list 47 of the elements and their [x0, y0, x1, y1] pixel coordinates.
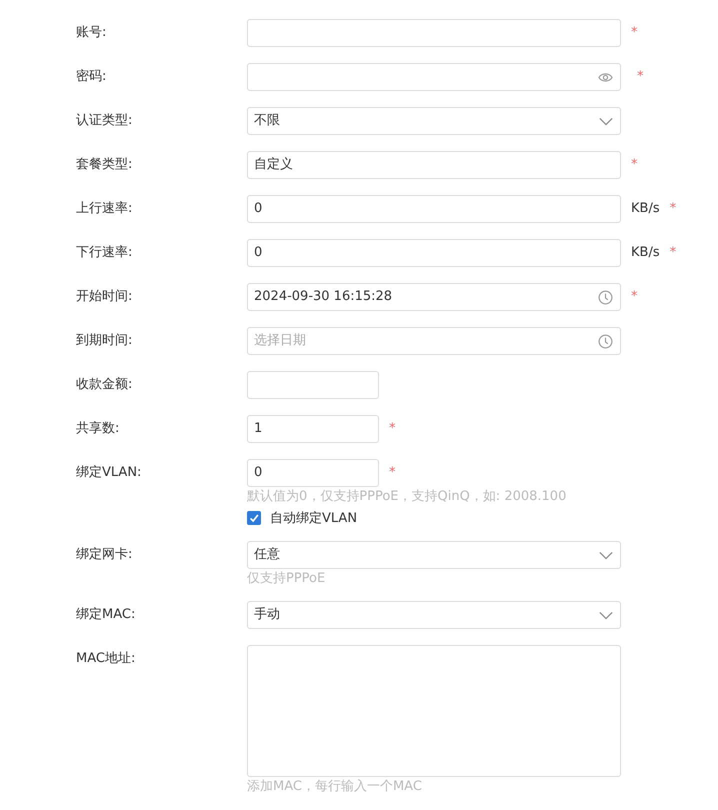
input-field[interactable]: 1 [247, 415, 379, 443]
required-mark: * [631, 288, 638, 306]
dropdown[interactable]: 手动 [247, 601, 621, 629]
field-label: 套餐类型: [76, 156, 134, 174]
field-label: 上行速率: [76, 200, 134, 218]
field-label: 开始时间: [76, 288, 134, 306]
field-label: 绑定MAC: [76, 606, 136, 624]
field-label: 密码: [76, 68, 108, 86]
help-text: 默认值为0，仅支持PPPoE，支持QinQ，如: 2008.100 [247, 488, 566, 506]
input-field[interactable]: 0 [247, 195, 621, 223]
required-mark: * [670, 200, 676, 218]
dropdown[interactable]: 任意 [247, 541, 621, 569]
required-mark: * [637, 68, 644, 86]
required-mark: * [631, 24, 638, 42]
clock-icon [598, 334, 613, 348]
caret-icon [599, 610, 613, 620]
field-label: 认证类型: [76, 112, 134, 130]
required-mark: * [670, 244, 676, 262]
unit-label: KB/s [631, 200, 660, 218]
help-text: 添加MAC，每行输入一个MAC [247, 778, 423, 796]
input-field[interactable] [247, 371, 379, 399]
field-label: 共享数: [76, 420, 120, 438]
help-text: 仅支持PPPoE [247, 570, 326, 588]
caret-icon [599, 116, 613, 126]
clock-icon [598, 290, 613, 304]
field-label: 绑定VLAN: [76, 464, 142, 482]
date-field[interactable]: 2024-09-30 16:15:28 [247, 283, 621, 311]
field-label: 绑定网卡: [76, 546, 134, 564]
caret-icon [599, 550, 613, 560]
required-mark: * [389, 464, 396, 482]
required-mark: * [389, 420, 396, 438]
input-field[interactable]: 自定义 [247, 151, 621, 179]
field-label: 账号: [76, 24, 108, 42]
checkbox[interactable] [247, 511, 261, 525]
checkbox-label: 自动绑定VLAN [270, 510, 358, 527]
dropdown[interactable]: 不限 [247, 107, 621, 135]
input-field[interactable]: 0 [247, 459, 379, 487]
password-field[interactable] [247, 63, 621, 91]
text-area[interactable] [247, 645, 621, 777]
field-label: 下行速率: [76, 244, 134, 262]
field-label: MAC地址: [76, 650, 136, 668]
field-label: 到期时间: [76, 332, 134, 350]
required-mark: * [631, 156, 638, 174]
input-field[interactable] [247, 19, 621, 47]
field-label: 收款金额: [76, 376, 134, 394]
unit-label: KB/s [631, 244, 660, 262]
input-field[interactable]: 0 [247, 239, 621, 267]
